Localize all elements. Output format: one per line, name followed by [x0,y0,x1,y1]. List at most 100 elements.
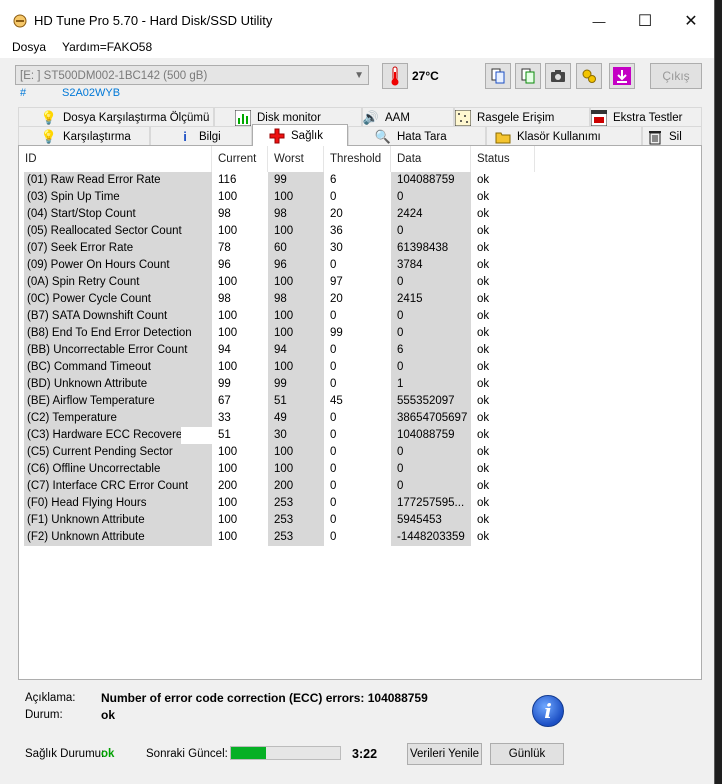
info-figure-icon: i [183,129,187,144]
cell-status: ok [477,412,490,424]
cell-worst: 100 [268,223,324,240]
tab-bilgi[interactable]: i Bilgi [150,126,252,146]
drive-select[interactable]: [E: ] ST500DM002-1BC142 (500 gB) ▼ [15,65,369,85]
save-button[interactable] [609,63,635,89]
cell-data: 0 [391,325,471,342]
column-header-worst[interactable]: Worst [268,146,324,172]
table-row[interactable]: (BC) Command Timeout 100 100 0 0 ok [19,359,701,376]
cell-id: (C7) Interface CRC Error Count [24,478,212,495]
log-button[interactable]: Günlük [490,743,564,765]
speaker-icon: 🔊 [362,109,380,125]
table-row[interactable]: (07) Seek Error Rate 78 60 30 61398438 ok [19,240,701,257]
cell-threshold: 99 [330,327,343,339]
cell-status: ok [477,208,490,220]
table-row[interactable]: (F2) Unknown Attribute 100 253 0 -1448203359… [19,529,701,546]
table-row[interactable]: (05) Reallocated Sector Count 100 100 36 0 ok [19,223,701,240]
screenshot-button[interactable] [545,63,571,89]
cell-status: ok [477,225,490,237]
tab-hata-tara[interactable]: 🔍 Hata Tara [348,126,486,146]
tab-label: Ekstra Testler [613,111,683,124]
tab-sil[interactable]: Sil [642,126,702,146]
cell-id: (0A) Spin Retry Count [24,274,212,291]
serial-hash: # [20,87,27,99]
tab-dosya-karsilastirma[interactable]: 💡 Dosya Karşılaştırma Ölçümü [18,107,214,127]
tab-aam[interactable]: 🔊 AAM [362,107,454,127]
column-header-status[interactable]: Status [471,146,535,172]
table-row[interactable]: (0A) Spin Retry Count 100 100 97 0 ok [19,274,701,291]
cell-threshold: 0 [330,497,337,509]
column-header-data[interactable]: Data [391,146,471,172]
tab-label: Karşılaştırma [63,130,131,143]
cell-threshold: 0 [330,446,337,458]
table-row[interactable]: (C3) Hardware ECC Recovered 51 30 0 10408875… [19,427,701,444]
table-row[interactable]: (B7) SATA Downshift Count 100 100 0 0 ok [19,308,701,325]
cell-current: 100 [218,463,238,475]
cell-threshold: 0 [330,378,337,390]
smart-table[interactable]: ID Current Worst Threshold Data Status (… [18,145,702,680]
tab-label: Disk monitor [257,111,321,124]
table-row[interactable]: (C5) Current Pending Sector 100 100 0 0 ok [19,444,701,461]
tab-ekstra-testler[interactable]: Ekstra Testler [590,107,702,127]
cell-current: 100 [218,327,238,339]
cell-current: 78 [218,242,231,254]
tab-karsilastirma[interactable]: 💡 Karşılaştırma [18,126,150,146]
trash-icon [649,130,661,144]
table-row[interactable]: (0C) Power Cycle Count 98 98 20 2415 ok [19,291,701,308]
column-header-id[interactable]: ID [19,146,212,172]
cell-data: 0 [391,274,471,291]
maximize-icon: ☐ [637,13,653,30]
menu-yardim[interactable]: Yardım=FAKO58 [62,40,152,54]
tab-rasgele-erisim[interactable]: Rasgele Erişim [454,107,590,127]
window-title: HD Tune Pro 5.70 - Hard Disk/SSD Utility [34,13,273,28]
cell-data: 5945453 [391,512,471,529]
table-row[interactable]: (01) Raw Read Error Rate 116 99 6 104088759 o… [19,172,701,189]
options-button[interactable] [576,63,602,89]
thermometer-icon [391,66,399,86]
column-header-threshold[interactable]: Threshold [324,146,391,172]
cell-threshold: 0 [330,259,337,271]
tab-klasor-kullanimi[interactable]: Klasör Kullanımı [486,126,642,146]
refresh-data-label: Verileri Yenile [409,748,480,760]
cell-threshold: 0 [330,191,337,203]
screenshot-camera-icon [551,70,565,82]
table-row[interactable]: (BB) Uncorrectable Error Count 94 94 0 6 ok [19,342,701,359]
cell-worst: 100 [268,444,324,461]
menu-dosya[interactable]: Dosya [12,40,46,54]
cell-worst: 30 [268,427,324,444]
copy-text-button[interactable] [485,63,511,89]
tab-label: Sil [669,130,682,143]
cell-id: (09) Power On Hours Count [24,257,212,274]
next-update-label: Sonraki Güncel: [146,748,228,760]
tab-saglik[interactable]: Sağlık [252,124,348,146]
table-row[interactable]: (03) Spin Up Time 100 100 0 0 ok [19,189,701,206]
selection-highlight [181,427,212,444]
info-icon[interactable]: i [532,695,564,727]
desktop-background [715,0,722,784]
table-row[interactable]: (09) Power On Hours Count 96 96 0 3784 ok [19,257,701,274]
tab-label: Dosya Karşılaştırma Ölçümü [63,111,210,124]
cell-worst: 200 [268,478,324,495]
table-row[interactable]: (C2) Temperature 33 49 0 38654705697 ok [19,410,701,427]
refresh-data-button[interactable]: Verileri Yenile [407,743,482,765]
cell-worst: 99 [268,172,324,189]
cell-id: (0C) Power Cycle Count [24,291,212,308]
cell-data: 0 [391,189,471,206]
cell-worst: 98 [268,206,324,223]
cell-status: ok [477,480,490,492]
table-row[interactable]: (C7) Interface CRC Error Count 200 200 0 0 ok [19,478,701,495]
copy-info-button[interactable] [515,63,541,89]
status-value: ok [101,708,116,722]
temperature-button[interactable] [382,63,408,89]
table-row[interactable]: (F1) Unknown Attribute 100 253 0 5945453 ok [19,512,701,529]
exit-button[interactable]: Çıkış [650,63,702,89]
column-header-current[interactable]: Current [212,146,268,172]
table-row[interactable]: (B8) End To End Error Detection 100 100 99 0… [19,325,701,342]
tab-label: Bilgi [199,130,221,143]
table-row[interactable]: (F0) Head Flying Hours 100 253 0 177257595..… [19,495,701,512]
table-row[interactable]: (BD) Unknown Attribute 99 99 0 1 ok [19,376,701,393]
cell-status: ok [477,344,490,356]
table-row[interactable]: (BE) Airflow Temperature 67 51 45 555352097 o… [19,393,701,410]
table-row[interactable]: (04) Start/Stop Count 98 98 20 2424 ok [19,206,701,223]
table-row[interactable]: (C6) Offline Uncorrectable 100 100 0 0 ok [19,461,701,478]
cell-id: (BD) Unknown Attribute [24,376,212,393]
